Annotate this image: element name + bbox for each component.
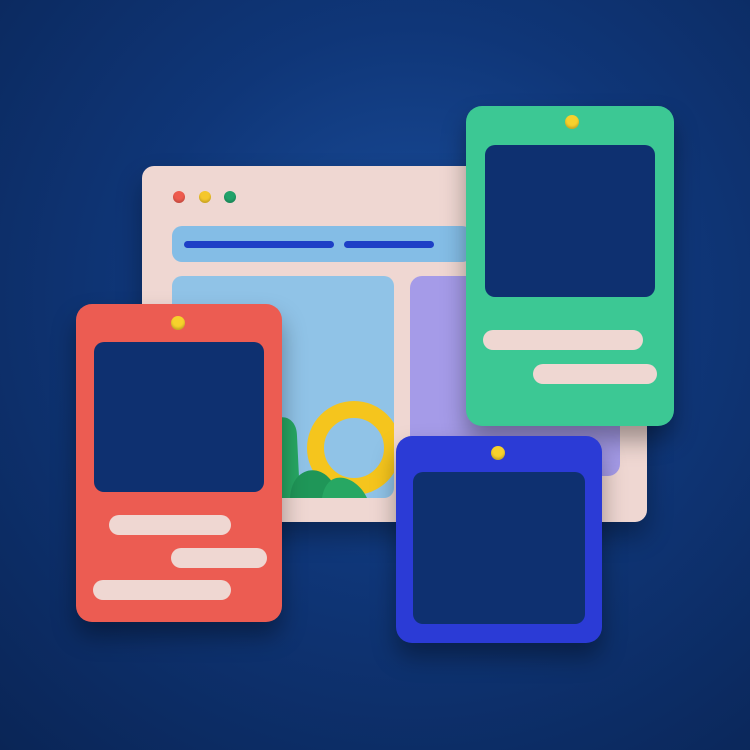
- window-maximize-dot: [224, 191, 236, 203]
- address-line-short: [344, 241, 434, 248]
- address-bar: [172, 226, 472, 262]
- pin-icon: [491, 446, 505, 460]
- frame-screen: [413, 472, 585, 624]
- illustration-scene: [0, 0, 750, 750]
- text-line-placeholder: [533, 364, 657, 384]
- address-line-long: [184, 241, 334, 248]
- text-line-placeholder: [171, 548, 267, 568]
- pin-icon: [171, 316, 185, 330]
- pin-icon: [565, 115, 579, 129]
- text-line-placeholder: [483, 330, 643, 350]
- phone-screen: [485, 145, 655, 297]
- red-phone-card: [76, 304, 282, 622]
- blue-frame-card: [396, 436, 602, 643]
- green-phone-card: [466, 106, 674, 426]
- window-minimize-dot: [199, 191, 211, 203]
- window-close-dot: [173, 191, 185, 203]
- text-line-placeholder: [109, 515, 231, 535]
- text-line-placeholder: [93, 580, 231, 600]
- phone-screen: [94, 342, 264, 492]
